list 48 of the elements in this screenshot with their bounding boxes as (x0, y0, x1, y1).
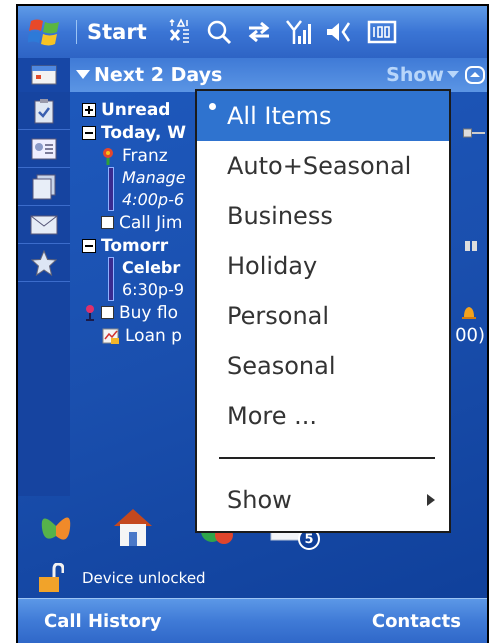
network-status-icon (168, 18, 191, 46)
lock-status-text: Device unlocked (82, 569, 206, 587)
start-button[interactable]: Start (18, 6, 155, 58)
appointment-title[interactable]: Manage (122, 167, 186, 189)
collapse-toggle[interactable] (82, 238, 96, 252)
menu-item[interactable]: All Items (197, 91, 449, 141)
house-icon (112, 506, 154, 548)
chart-document-icon (102, 326, 120, 344)
calendar-icon (31, 63, 57, 87)
group-heading[interactable]: Tomorr (101, 236, 168, 256)
speaker-icon (324, 20, 353, 44)
appointment-bar (108, 167, 114, 211)
collapse-icon (465, 66, 485, 84)
signal-icon (284, 18, 311, 46)
loan-entry[interactable]: Loan p (125, 326, 182, 346)
star-icon (31, 250, 57, 276)
documents-icon (31, 174, 57, 200)
group-heading[interactable]: Unread (101, 100, 170, 120)
submenu-arrow-icon (427, 494, 435, 506)
appointment-title[interactable]: Celebr (122, 257, 184, 279)
softkey[interactable]: Call History (44, 606, 162, 636)
contact-card-icon (31, 136, 57, 160)
birthday-entry[interactable]: Franz (122, 146, 168, 166)
windows-flag-icon (28, 17, 62, 47)
group-heading[interactable]: Today, W (101, 122, 186, 142)
task-entry[interactable]: Buy flo (119, 302, 178, 322)
partial-marker-icon (463, 128, 485, 138)
task-checkbox[interactable] (101, 216, 114, 229)
caret-icon (447, 71, 459, 79)
softkey[interactable]: Contacts (372, 606, 461, 636)
partial-marker-icon (465, 240, 477, 250)
envelope-icon (30, 214, 58, 234)
entry-amount: 00) (455, 325, 485, 346)
appointment-time: 4:00p-6 (122, 189, 186, 211)
battery-icon (366, 20, 397, 44)
task-checkbox[interactable] (101, 306, 114, 319)
flower-icon (100, 146, 116, 164)
appointment-time: 6:30p-9 (122, 279, 184, 301)
priority-icon (84, 304, 96, 322)
appointment-bar (108, 257, 114, 301)
view-dropdown[interactable]: Next 2 Days (70, 64, 386, 86)
expand-toggle[interactable] (82, 102, 96, 116)
sync-arrows-icon (246, 20, 271, 44)
open-padlock-icon (38, 563, 64, 593)
task-entry[interactable]: Call Jim (119, 212, 182, 232)
caret-icon (76, 70, 90, 80)
collapse-toggle[interactable] (82, 126, 96, 140)
clipboard-icon (33, 98, 55, 124)
